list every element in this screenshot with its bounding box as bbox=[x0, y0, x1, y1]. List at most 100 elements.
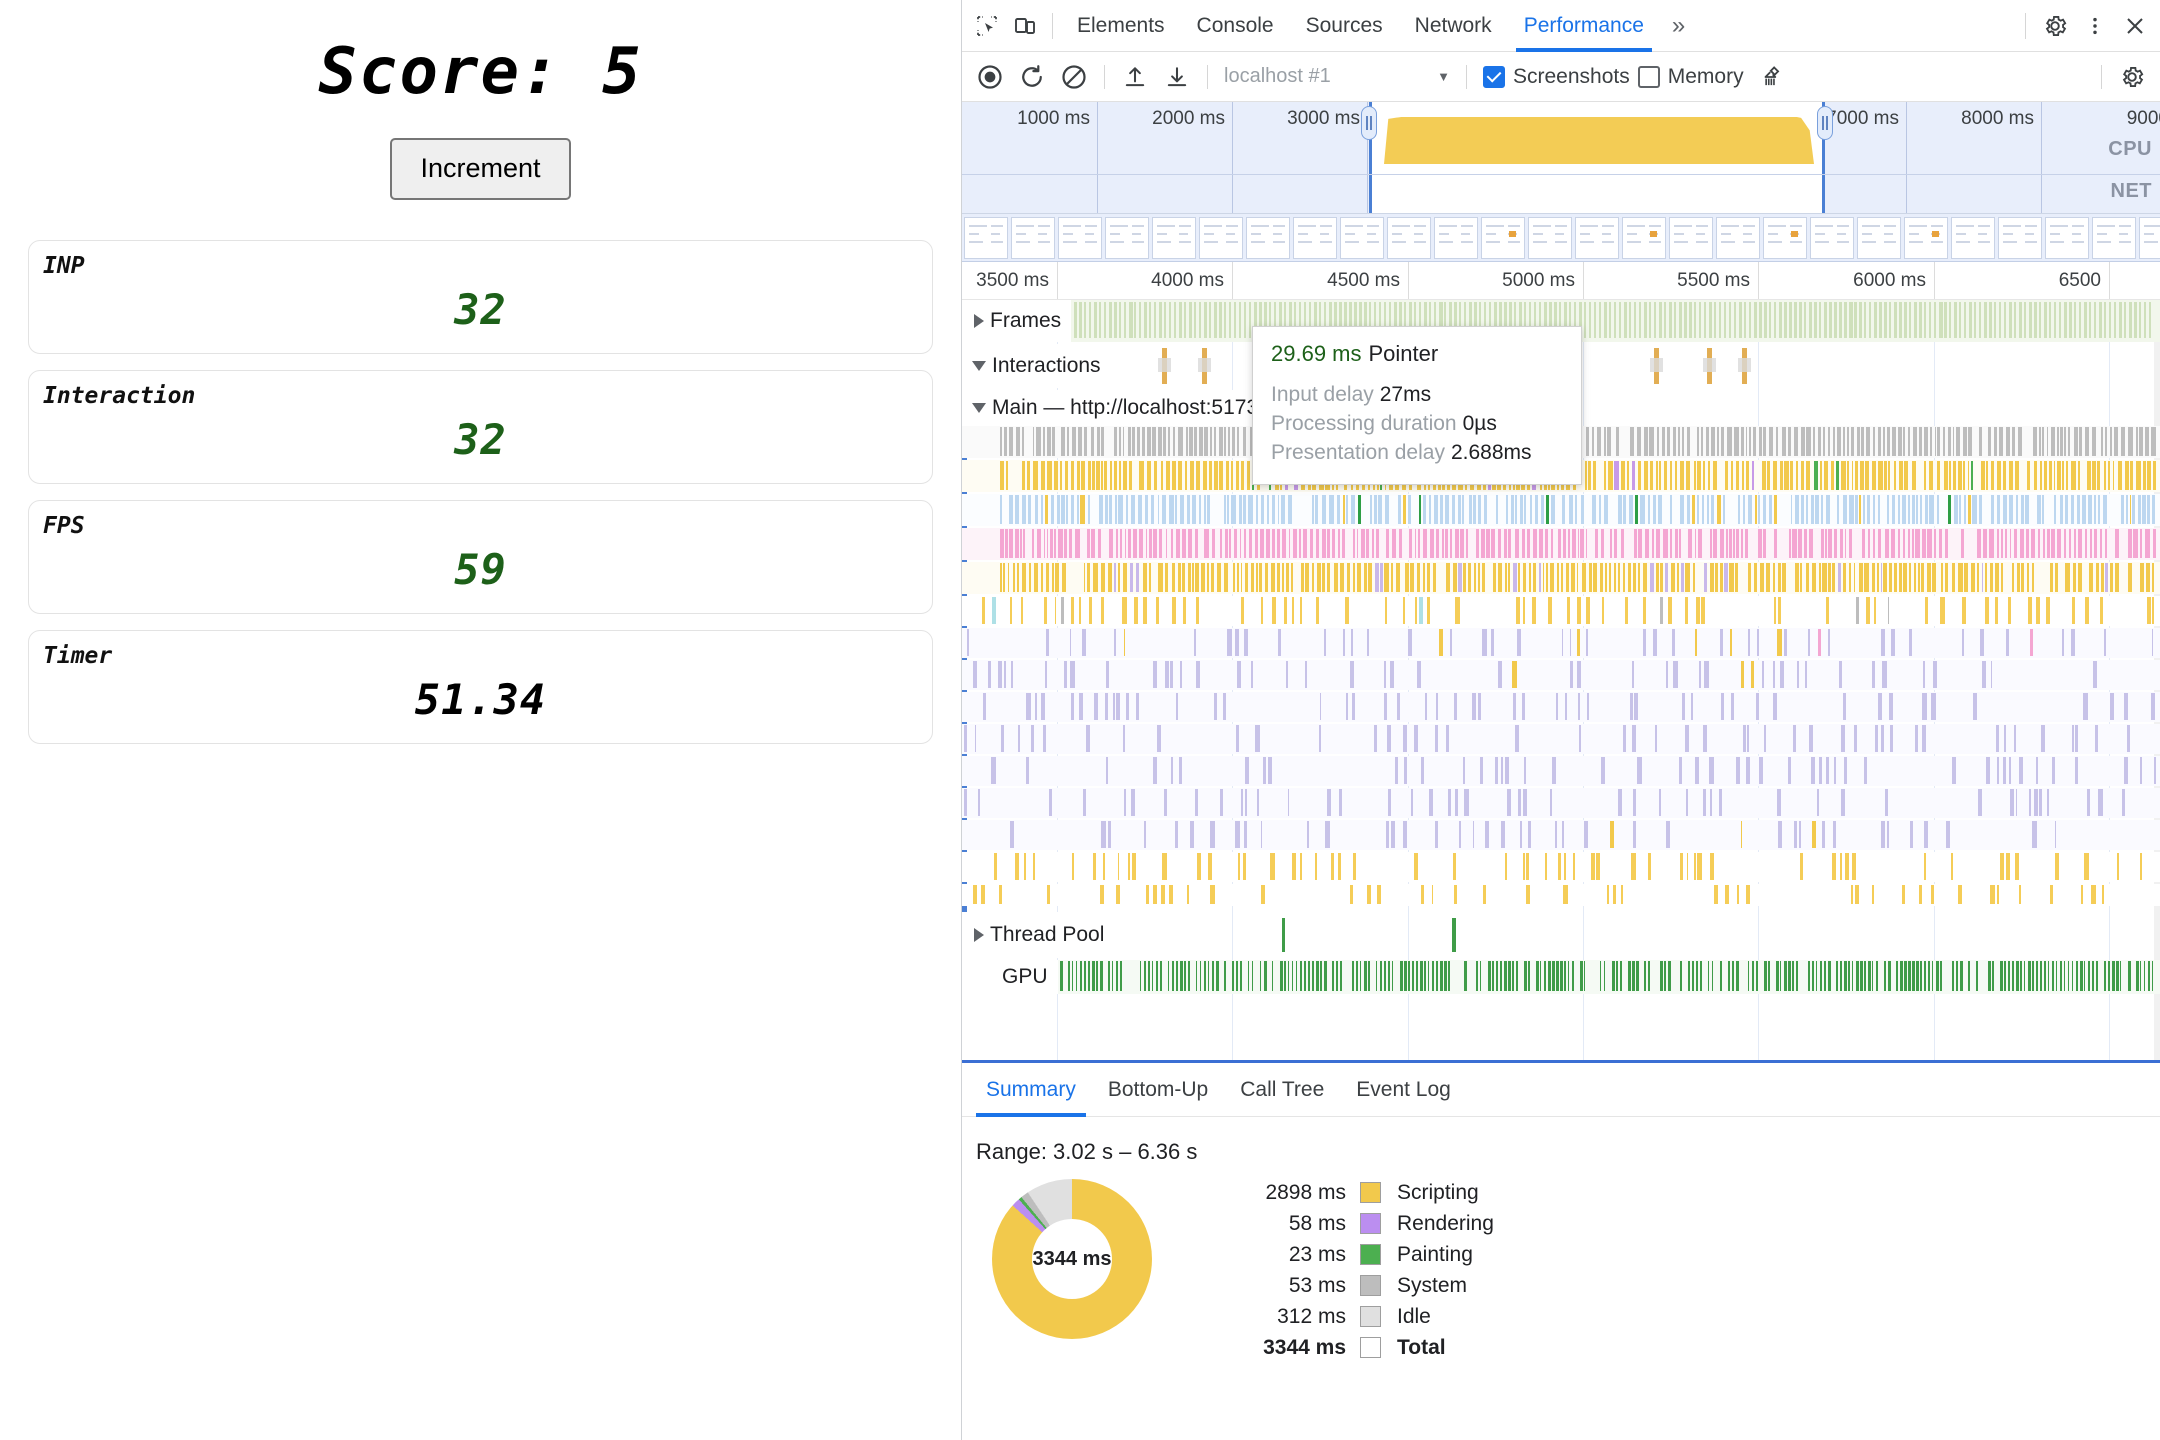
filmstrip-frame[interactable] bbox=[1951, 216, 1995, 259]
filmstrip-frame[interactable] bbox=[1246, 216, 1290, 259]
flamechart-area[interactable]: Frames Interactions Main — http://localhos… bbox=[962, 300, 2160, 1060]
reload-and-record-icon[interactable] bbox=[1012, 57, 1052, 97]
tab-network[interactable]: Network bbox=[1399, 0, 1508, 52]
flamechart-row[interactable] bbox=[962, 788, 2160, 818]
filmstrip-frame[interactable] bbox=[1340, 216, 1384, 259]
details-tab-summary[interactable]: Summary bbox=[970, 1063, 1092, 1117]
track-content[interactable] bbox=[962, 960, 2160, 994]
filmstrip-frame[interactable] bbox=[1763, 216, 1807, 259]
filmstrip-frame[interactable] bbox=[1810, 216, 1854, 259]
filmstrip-frame[interactable] bbox=[1716, 216, 1760, 259]
legend-row[interactable]: 312 ms Idle bbox=[1220, 1301, 1494, 1332]
filmstrip-frame[interactable] bbox=[1434, 216, 1478, 259]
overview-tick-label: 3000 ms bbox=[1287, 108, 1360, 129]
screenshots-checkbox[interactable]: Screenshots bbox=[1483, 65, 1630, 89]
tab-console[interactable]: Console bbox=[1181, 0, 1290, 52]
collect-garbage-icon[interactable] bbox=[1752, 57, 1792, 97]
filmstrip-frame[interactable] bbox=[1528, 216, 1572, 259]
details-tab-event-log[interactable]: Event Log bbox=[1340, 1063, 1467, 1117]
tooltip-event-name: Pointer bbox=[1368, 341, 1439, 366]
tooltip-row-label: Input delay bbox=[1271, 383, 1374, 406]
track-header-thread-pool[interactable]: Thread Pool bbox=[962, 912, 1115, 958]
flamechart-row[interactable] bbox=[962, 528, 2160, 560]
flamechart-row[interactable] bbox=[962, 628, 2160, 658]
filmstrip-frame[interactable] bbox=[1105, 216, 1149, 259]
flamechart-row[interactable] bbox=[962, 562, 2160, 594]
filmstrip-frame[interactable] bbox=[1199, 216, 1243, 259]
recording-selector[interactable]: localhost #1 ▼ bbox=[1218, 59, 1456, 95]
filmstrip-frame[interactable] bbox=[1998, 216, 2042, 259]
capture-settings-icon[interactable] bbox=[2112, 57, 2152, 97]
metric-card: Interaction 32 bbox=[28, 369, 933, 484]
filmstrip-frame[interactable] bbox=[1904, 216, 1948, 259]
flamechart-row[interactable] bbox=[962, 884, 2160, 906]
filmstrip-frame[interactable] bbox=[1152, 216, 1196, 259]
flamechart-row[interactable] bbox=[962, 660, 2160, 690]
gear-icon[interactable] bbox=[2036, 7, 2074, 45]
flamechart-row[interactable] bbox=[962, 820, 2160, 850]
more-options-icon[interactable] bbox=[2076, 7, 2114, 45]
filmstrip-frame[interactable] bbox=[1669, 216, 1713, 259]
legend-row[interactable]: 53 ms System bbox=[1220, 1270, 1494, 1301]
filmstrip-frame[interactable] bbox=[964, 216, 1008, 259]
overview-selection-window[interactable] bbox=[1369, 102, 1825, 213]
flamechart-row[interactable] bbox=[962, 494, 2160, 526]
inspect-element-icon[interactable] bbox=[968, 7, 1006, 45]
track-header-frames[interactable]: Frames bbox=[962, 300, 1072, 342]
metric-label: Timer bbox=[43, 642, 113, 669]
flamechart-row[interactable] bbox=[962, 596, 2160, 626]
filmstrip-frame[interactable] bbox=[2045, 216, 2089, 259]
details-tab-bottom-up[interactable]: Bottom-Up bbox=[1092, 1063, 1224, 1117]
flamechart-row[interactable] bbox=[962, 756, 2160, 786]
details-tab-call-tree[interactable]: Call Tree bbox=[1224, 1063, 1340, 1117]
filmstrip-frame[interactable] bbox=[1387, 216, 1431, 259]
summary-range: Range: 3.02 s – 6.36 s bbox=[976, 1139, 1198, 1164]
legend-swatch bbox=[1360, 1275, 1381, 1296]
legend-row[interactable]: 58 ms Rendering bbox=[1220, 1208, 1494, 1239]
tooltip-row-value: 27ms bbox=[1379, 383, 1432, 406]
legend-row[interactable]: 2898 ms Scripting bbox=[1220, 1177, 1494, 1208]
track-header-interactions[interactable]: Interactions bbox=[962, 344, 1111, 388]
record-icon[interactable] bbox=[970, 57, 1010, 97]
overview-handle-right[interactable] bbox=[1817, 106, 1833, 140]
flamechart-row[interactable] bbox=[962, 724, 2160, 754]
filmstrip-track[interactable] bbox=[962, 214, 2160, 262]
flamechart-row[interactable] bbox=[962, 852, 2160, 882]
overview-tick bbox=[2041, 102, 2042, 213]
legend-row[interactable]: 23 ms Painting bbox=[1220, 1239, 1494, 1270]
track-header-gpu[interactable]: GPU bbox=[962, 960, 1058, 994]
more-tabs-icon[interactable]: » bbox=[1660, 12, 1697, 40]
device-toolbar-icon[interactable] bbox=[1006, 7, 1044, 45]
save-profile-icon[interactable] bbox=[1157, 57, 1197, 97]
overview-handle-left[interactable] bbox=[1361, 106, 1377, 140]
filmstrip-frame[interactable] bbox=[1575, 216, 1619, 259]
filmstrip-frame[interactable] bbox=[1622, 216, 1666, 259]
close-icon[interactable] bbox=[2116, 7, 2154, 45]
filmstrip-frame[interactable] bbox=[1481, 216, 1525, 259]
tab-sources[interactable]: Sources bbox=[1290, 0, 1399, 52]
devtools-panel: Elements Console Sources Network Performance… bbox=[961, 0, 2160, 1440]
clear-icon[interactable] bbox=[1054, 57, 1094, 97]
ruler-tick bbox=[1758, 262, 1759, 299]
filmstrip-frame[interactable] bbox=[1011, 216, 1055, 259]
activity-donut-chart[interactable]: 3344 ms bbox=[992, 1179, 1152, 1339]
ruler-tick-label: 5500 ms bbox=[1677, 270, 1750, 291]
filmstrip-frame[interactable] bbox=[1857, 216, 1901, 259]
legend-total-label: Total bbox=[1397, 1335, 1446, 1359]
filmstrip-frame[interactable] bbox=[2139, 216, 2160, 259]
chevron-right-icon bbox=[974, 314, 984, 328]
timeline-overview[interactable]: 1000 ms2000 ms3000 ms4000 ms5000 ms6000 … bbox=[962, 102, 2160, 214]
filmstrip-frame[interactable] bbox=[1293, 216, 1337, 259]
tab-performance[interactable]: Performance bbox=[1508, 0, 1660, 52]
increment-button[interactable]: Increment bbox=[390, 138, 571, 200]
flamechart-row[interactable] bbox=[962, 692, 2160, 722]
overview-tick-label: 8000 ms bbox=[1961, 108, 2034, 129]
filmstrip-frame[interactable] bbox=[2092, 216, 2136, 259]
track-content[interactable] bbox=[962, 912, 2160, 958]
devtools-tab-list: Elements Console Sources Network Performance bbox=[1061, 0, 1660, 52]
memory-checkbox[interactable]: Memory bbox=[1637, 65, 1744, 89]
ruler-tick-label: 3500 ms bbox=[976, 270, 1049, 291]
load-profile-icon[interactable] bbox=[1115, 57, 1155, 97]
tab-elements[interactable]: Elements bbox=[1061, 0, 1181, 52]
filmstrip-frame[interactable] bbox=[1058, 216, 1102, 259]
